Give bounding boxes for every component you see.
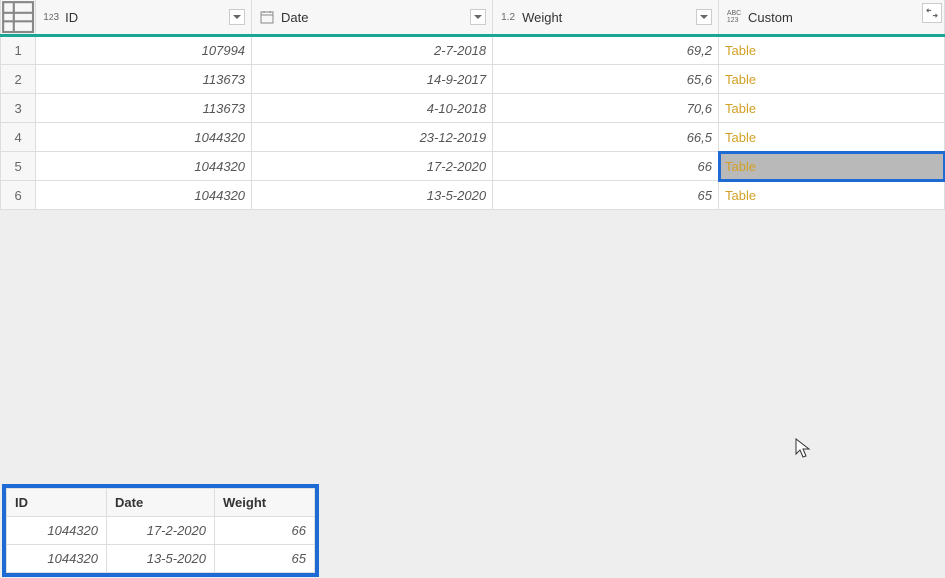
id-cell[interactable]: 107994 — [36, 36, 252, 65]
custom-cell[interactable]: Table — [719, 36, 945, 65]
expand-column-button[interactable] — [922, 3, 942, 23]
main-data-table[interactable]: 123 ID Date — [0, 0, 945, 210]
column-label: Date — [281, 10, 465, 25]
custom-cell[interactable]: Table — [719, 123, 945, 152]
column-header-date[interactable]: Date — [252, 0, 493, 36]
filter-dropdown-button[interactable] — [229, 9, 245, 25]
preview-row[interactable]: 104432013-5-202065 — [7, 545, 315, 573]
date-cell[interactable]: 13-5-2020 — [252, 181, 493, 210]
preview-header-date[interactable]: Date — [107, 489, 215, 517]
date-cell[interactable]: 2-7-2018 — [252, 36, 493, 65]
weight-cell[interactable]: 70,6 — [493, 94, 719, 123]
preview-row[interactable]: 104432017-2-202066 — [7, 517, 315, 545]
filter-dropdown-button[interactable] — [696, 9, 712, 25]
preview-cell-date[interactable]: 13-5-2020 — [107, 545, 215, 573]
custom-cell[interactable]: Table — [719, 94, 945, 123]
nested-table-link[interactable]: Table — [725, 188, 756, 203]
row-number-cell[interactable]: 6 — [1, 181, 36, 210]
table-row[interactable]: 6104432013-5-202065 Table — [1, 181, 945, 210]
weight-cell[interactable]: 66 — [493, 152, 719, 181]
id-cell[interactable]: 1044320 — [36, 123, 252, 152]
nested-table-link[interactable]: Table — [725, 130, 756, 145]
row-number-cell[interactable]: 4 — [1, 123, 36, 152]
nested-table-link[interactable]: Table — [725, 43, 756, 58]
row-number-cell[interactable]: 3 — [1, 94, 36, 123]
date-cell[interactable]: 23-12-2019 — [252, 123, 493, 152]
row-number-cell[interactable]: 1 — [1, 36, 36, 65]
mouse-cursor-icon — [795, 438, 813, 463]
preview-cell-id[interactable]: 1044320 — [7, 545, 107, 573]
date-cell[interactable]: 14-9-2017 — [252, 65, 493, 94]
row-number-cell[interactable]: 2 — [1, 65, 36, 94]
decimal-type-icon: 1.2 — [499, 8, 517, 26]
weight-cell[interactable]: 66,5 — [493, 123, 719, 152]
date-cell[interactable]: 17-2-2020 — [252, 152, 493, 181]
preview-cell-id[interactable]: 1044320 — [7, 517, 107, 545]
preview-cell-date[interactable]: 17-2-2020 — [107, 517, 215, 545]
weight-cell[interactable]: 65,6 — [493, 65, 719, 94]
column-label: Custom — [748, 10, 938, 25]
id-cell[interactable]: 113673 — [36, 65, 252, 94]
preview-header-id[interactable]: ID — [7, 489, 107, 517]
id-cell[interactable]: 1044320 — [36, 152, 252, 181]
table-row[interactable]: 211367314-9-201765,6 Table — [1, 65, 945, 94]
custom-cell[interactable]: Table — [719, 65, 945, 94]
custom-cell[interactable]: Table — [719, 181, 945, 210]
column-label: Weight — [522, 10, 691, 25]
table-row[interactable]: 31136734-10-201870,6 Table — [1, 94, 945, 123]
custom-cell[interactable]: Table — [719, 152, 945, 181]
date-cell[interactable]: 4-10-2018 — [252, 94, 493, 123]
weight-cell[interactable]: 69,2 — [493, 36, 719, 65]
table-row[interactable]: 11079942-7-201869,2 Table — [1, 36, 945, 65]
row-number-cell[interactable]: 5 — [1, 152, 36, 181]
nested-table-link[interactable]: Table — [725, 159, 756, 174]
preview-cell-weight[interactable]: 66 — [215, 517, 315, 545]
table-icon — [1, 0, 35, 34]
id-cell[interactable]: 1044320 — [36, 181, 252, 210]
date-type-icon — [258, 8, 276, 26]
column-header-weight[interactable]: 1.2 Weight — [493, 0, 719, 36]
nested-table-link[interactable]: Table — [725, 101, 756, 116]
column-label: ID — [65, 10, 224, 25]
nested-table-preview: ID Date Weight 104432017-2-2020661044320… — [2, 484, 319, 577]
column-header-custom[interactable]: ABC123 Custom — [719, 0, 945, 36]
table-row[interactable]: 5104432017-2-202066 Table — [1, 152, 945, 181]
id-cell[interactable]: 113673 — [36, 94, 252, 123]
preview-table[interactable]: ID Date Weight 104432017-2-2020661044320… — [6, 488, 315, 573]
preview-cell-weight[interactable]: 65 — [215, 545, 315, 573]
column-header-id[interactable]: 123 ID — [36, 0, 252, 36]
table-row[interactable]: 4104432023-12-201966,5 Table — [1, 123, 945, 152]
weight-cell[interactable]: 65 — [493, 181, 719, 210]
whole-number-type-icon: 123 — [42, 8, 60, 26]
preview-header-weight[interactable]: Weight — [215, 489, 315, 517]
nested-table-link[interactable]: Table — [725, 72, 756, 87]
filter-dropdown-button[interactable] — [470, 9, 486, 25]
any-type-icon: ABC123 — [725, 8, 743, 26]
table-corner-cell[interactable] — [1, 0, 36, 36]
